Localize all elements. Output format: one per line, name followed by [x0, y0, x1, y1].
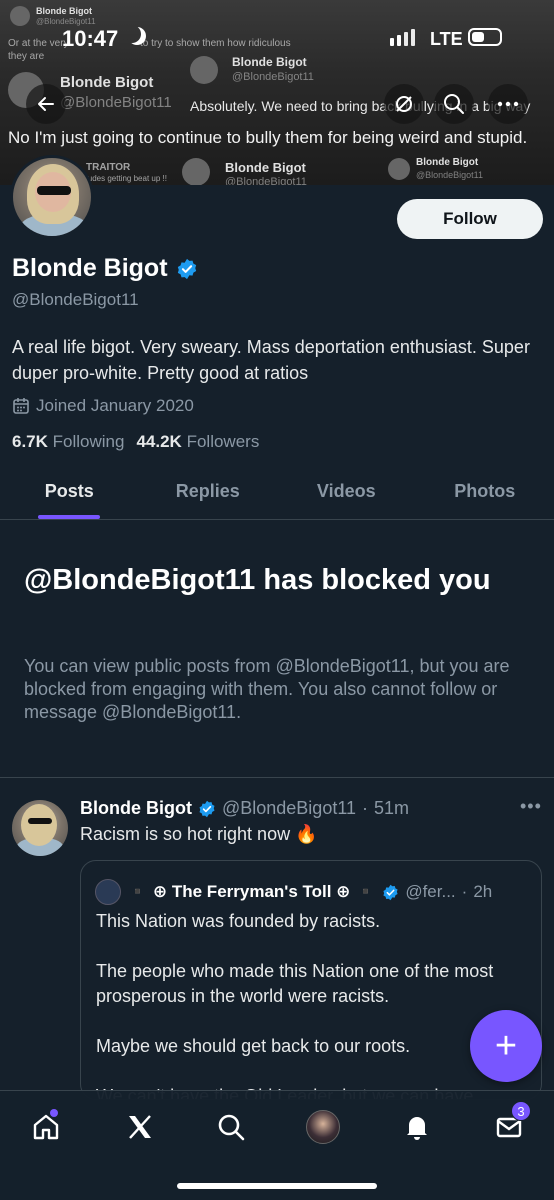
more-dots-icon [497, 101, 519, 107]
back-arrow-icon [38, 97, 54, 111]
back-button[interactable] [26, 84, 66, 124]
banner-traitor-sub: ludes getting beat up !! [86, 174, 167, 183]
compose-button[interactable]: + [470, 1010, 542, 1082]
profile-banner: Blonde Bigot @BlondeBigot11 Or at the ve… [0, 0, 554, 185]
notification-dot [50, 1109, 58, 1117]
followers-label: Followers [186, 432, 260, 451]
messages-badge: 3 [511, 1101, 531, 1121]
post-header: Blonde Bigot @BlondeBigot11 · 51m [80, 798, 409, 819]
post-text: Racism is so hot right now 🔥 [80, 824, 318, 844]
network-label: LTE [430, 29, 463, 49]
nav-profile[interactable] [303, 1107, 343, 1147]
tab-photos[interactable]: Photos [416, 470, 554, 519]
profile-bio: A real life bigot. Very sweary. Mass dep… [12, 337, 530, 383]
post-separator: · [362, 798, 369, 818]
grok-icon [396, 96, 412, 112]
banner-reply-text: Absolutely. We need to bring back bullyi… [190, 98, 531, 114]
banner-avatar [388, 158, 410, 180]
banner-name: Blonde Bigot [232, 55, 307, 69]
x-logo-icon [129, 1115, 151, 1139]
post-author[interactable]: Blonde Bigot [80, 798, 192, 819]
post-time: 51m [374, 798, 410, 818]
profile-stats: 6.7K Following 44.2K Followers [12, 432, 259, 452]
banner-faint-text: to try to show them how ridiculous [140, 38, 291, 49]
signal-icon [411, 29, 415, 46]
banner-name: Blonde Bigot [225, 160, 306, 175]
banner-handle: @BlondeBigot11 [225, 176, 307, 185]
signal-icon [397, 35, 401, 46]
post-more-button[interactable]: ••• [520, 796, 542, 817]
signal-icon [404, 32, 408, 46]
quote-header: ▪️ ⊕ The Ferryman's Toll ⊕ ▪️ @fer... · … [95, 879, 492, 905]
blocked-description: You can view public posts from @BlondeBi… [24, 656, 510, 722]
bell-icon [407, 1117, 427, 1140]
following-link[interactable]: 6.7K Following [12, 432, 124, 452]
banner-faint-text: Or at the very [8, 38, 69, 49]
nav-home[interactable] [26, 1107, 66, 1147]
tab-replies[interactable]: Replies [139, 470, 278, 519]
quote-body: This Nation was founded by racists. The … [96, 909, 536, 1099]
grok-button[interactable] [384, 84, 424, 124]
home-indicator [177, 1183, 377, 1189]
banner-avatar [190, 56, 218, 84]
nav-notifications[interactable] [397, 1107, 437, 1147]
quote-author: ▪️ ⊕ The Ferryman's Toll ⊕ ▪️ [127, 882, 377, 901]
quote-paragraph: This Nation was founded by racists. [96, 911, 381, 931]
nav-messages[interactable]: 3 [489, 1101, 531, 1147]
banner-main-quote: No I'm just going to continue to bully t… [8, 128, 528, 147]
banner-avatar [10, 6, 30, 26]
follow-button[interactable]: Follow [397, 199, 543, 239]
banner-handle: @BlondeBigot11 [232, 71, 314, 83]
profile-handle: @BlondeBigot11 [12, 290, 139, 309]
nav-search[interactable] [211, 1107, 251, 1147]
joined-text: Joined January 2020 [36, 396, 194, 415]
profile-avatar[interactable] [10, 155, 94, 239]
banner-header-name: Blonde Bigot [36, 6, 92, 16]
banner-name: Blonde Bigot [60, 74, 154, 91]
following-label: Following [52, 432, 125, 451]
verified-badge-icon [177, 258, 196, 279]
quote-avatar [95, 879, 121, 905]
search-icon [218, 1114, 245, 1141]
battery-icon [468, 28, 502, 46]
search-icon [444, 94, 464, 114]
quote-paragraph: The people who made this Nation one of t… [96, 961, 494, 1006]
following-count: 6.7K [12, 432, 48, 451]
banner-traitor-label: TRAITOR [86, 162, 131, 173]
avatar [306, 1110, 340, 1144]
profile-tabs: Posts Replies Videos Photos [0, 470, 554, 520]
quote-separator: · [461, 882, 468, 901]
home-icon [33, 1114, 59, 1140]
post-avatar[interactable] [12, 800, 68, 856]
banner-faint-text: they are [8, 51, 45, 62]
more-button[interactable] [488, 84, 528, 124]
quote-handle: @fer... [405, 882, 456, 901]
profile-name-row: Blonde Bigot [12, 254, 198, 283]
banner-avatar [182, 158, 210, 185]
signal-icon [390, 38, 394, 46]
banner-name: Blonde Bigot [416, 157, 479, 168]
tab-videos[interactable]: Videos [277, 470, 416, 519]
followers-count: 44.2K [136, 432, 182, 451]
quote-time: 2h [473, 882, 493, 901]
joined-date: Joined January 2020 [12, 396, 194, 416]
banner-header-handle: @BlondeBigot11 [36, 17, 96, 26]
blocked-title: @BlondeBigot11 has blocked you [24, 564, 491, 596]
calendar-icon [13, 398, 29, 414]
nav-x[interactable] [120, 1107, 160, 1147]
banner-handle: @BlondeBigot11 [60, 94, 172, 111]
bottom-nav: 3 [0, 1090, 554, 1200]
tab-posts[interactable]: Posts [0, 470, 139, 519]
verified-badge-icon [199, 800, 215, 817]
status-time: 10:47 [62, 26, 119, 51]
followers-link[interactable]: 44.2K Followers [136, 432, 259, 452]
moon-icon [128, 27, 146, 45]
search-button[interactable] [434, 84, 474, 124]
quoted-post[interactable]: ▪️ ⊕ The Ferryman's Toll ⊕ ▪️ @fer... · … [80, 860, 542, 1100]
post-handle: @BlondeBigot11 [221, 798, 357, 818]
divider [0, 777, 554, 778]
profile-display-name: Blonde Bigot [12, 254, 168, 282]
banner-handle: @BlondeBigot11 [416, 170, 484, 180]
verified-badge-icon [383, 884, 398, 900]
